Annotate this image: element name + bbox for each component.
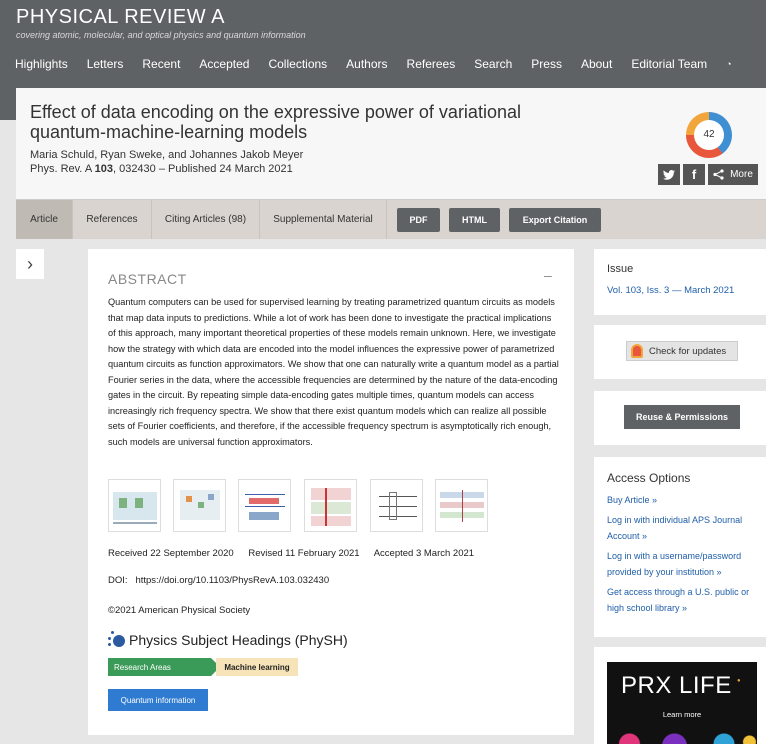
nav-authors[interactable]: Authors (346, 57, 387, 71)
article-authors[interactable]: Maria Schuld, Ryan Sweke, and Johannes J… (30, 149, 303, 161)
nav-press[interactable]: Press (531, 57, 562, 71)
pdf-button[interactable]: PDF (397, 208, 440, 232)
library-access-link[interactable]: Get access through a U.S. public or high… (607, 585, 757, 616)
nav-accepted[interactable]: Accepted (199, 57, 249, 71)
figure-thumbnail-6[interactable] (435, 479, 488, 532)
crossmark-icon (631, 344, 643, 358)
rss-icon[interactable]: ◔ (726, 59, 731, 71)
check-for-updates-button[interactable]: Check for updates (626, 341, 738, 361)
quantum-information-tag[interactable]: Quantum information (108, 689, 208, 711)
article-tabs: Article References Citing Articles (98) … (16, 199, 766, 239)
nav-letters[interactable]: Letters (87, 57, 124, 71)
physh-title: Physics Subject Headings (PhySH) (129, 632, 348, 648)
figure-thumbnail-5[interactable] (370, 479, 423, 532)
nav-referees[interactable]: Referees (407, 57, 456, 71)
facebook-share-button[interactable]: f (683, 164, 705, 185)
main-nav: Highlights Letters Recent Accepted Colle… (15, 57, 751, 71)
nav-search[interactable]: Search (474, 57, 512, 71)
prx-superscript-icon: ● (737, 678, 741, 684)
site-header: PHYSICAL REVIEW A covering atomic, molec… (0, 0, 766, 88)
figure-thumbnail-1[interactable] (108, 479, 161, 532)
twitter-icon (663, 169, 675, 180)
html-button[interactable]: HTML (449, 208, 500, 232)
buy-article-link[interactable]: Buy Article » (607, 493, 757, 509)
abstract-heading: ABSTRACT (108, 271, 187, 287)
institution-login-link[interactable]: Log in with a username/password provided… (607, 549, 757, 580)
figure-thumbnail-3[interactable] (238, 479, 291, 532)
machine-learning-tag[interactable]: Machine learning (216, 658, 298, 676)
check-for-updates-label: Check for updates (649, 345, 727, 357)
access-options-heading: Access Options (607, 471, 691, 485)
twitter-share-button[interactable] (658, 164, 680, 185)
ad-decoration (607, 724, 757, 744)
revised-date: Revised 11 February 2021 (248, 548, 360, 559)
altmetric-score: 42 (694, 120, 724, 150)
sidebar-toggle-button[interactable]: › (16, 249, 44, 279)
physh-heading: Physics Subject Headings (PhySH) (108, 631, 348, 649)
physh-logo-icon (108, 631, 126, 649)
accepted-date: Accepted 3 March 2021 (373, 548, 475, 559)
doi-link[interactable]: DOI: https://doi.org/10.1103/PhysRevA.10… (108, 575, 329, 586)
more-share-label: More (730, 169, 753, 180)
share-icon (713, 169, 724, 180)
check-updates-card: Check for updates (594, 325, 766, 379)
abstract-text: Quantum computers can be used for superv… (108, 297, 559, 447)
article-citation: Phys. Rev. A 103, 032430 – Published 24 … (30, 163, 293, 175)
more-share-button[interactable]: More (708, 164, 758, 185)
nav-recent[interactable]: Recent (142, 57, 180, 71)
nav-collections[interactable]: Collections (268, 57, 327, 71)
article-title: Effect of data encoding on the expressiv… (30, 102, 521, 142)
nav-about[interactable]: About (581, 57, 612, 71)
altmetric-badge[interactable]: 42 (686, 112, 732, 158)
tab-supplemental-material[interactable]: Supplemental Material (260, 200, 387, 239)
export-citation-button[interactable]: Export Citation (509, 208, 601, 232)
publication-dates: Received 22 September 2020 Revised 11 Fe… (108, 548, 486, 559)
individual-login-link[interactable]: Log in with individual APS Journal Accou… (607, 513, 757, 544)
figure-thumbnail-4[interactable] (304, 479, 357, 532)
learn-more-link[interactable]: Learn more (607, 710, 757, 719)
article-header: Effect of data encoding on the expressiv… (16, 88, 766, 199)
issue-card: Issue Vol. 103, Iss. 3 — March 2021 (594, 249, 766, 315)
copyright-notice: ©2021 American Physical Society (108, 605, 251, 616)
issue-link[interactable]: Vol. 103, Iss. 3 — March 2021 (607, 285, 734, 296)
figure-thumbnail-2[interactable] (173, 479, 226, 532)
collapse-abstract-button[interactable]: – (544, 267, 552, 283)
reuse-card: Reuse & Permissions (594, 391, 766, 445)
prx-life-ad[interactable]: PRX LIFE ● Learn more (607, 662, 757, 744)
prx-life-title: PRX LIFE (621, 672, 732, 699)
received-date: Received 22 September 2020 (108, 548, 234, 559)
nav-editorial-team[interactable]: Editorial Team (631, 57, 707, 71)
tab-references[interactable]: References (73, 200, 152, 239)
facebook-icon: f (691, 167, 697, 182)
article-main: ABSTRACT – Quantum computers can be used… (88, 249, 574, 735)
tab-article[interactable]: Article (16, 200, 73, 239)
journal-logo[interactable]: PHYSICAL REVIEW A (16, 6, 225, 29)
tab-citing-articles[interactable]: Citing Articles (98) (152, 200, 260, 239)
research-areas-tag: Research Areas (108, 658, 220, 676)
access-options-card: Access Options Buy Article » Log in with… (594, 457, 766, 637)
chevron-right-icon: › (27, 253, 33, 274)
nav-highlights[interactable]: Highlights (15, 57, 68, 71)
issue-heading: Issue (607, 263, 634, 275)
journal-tagline: covering atomic, molecular, and optical … (16, 30, 306, 40)
reuse-permissions-button[interactable]: Reuse & Permissions (624, 405, 740, 429)
